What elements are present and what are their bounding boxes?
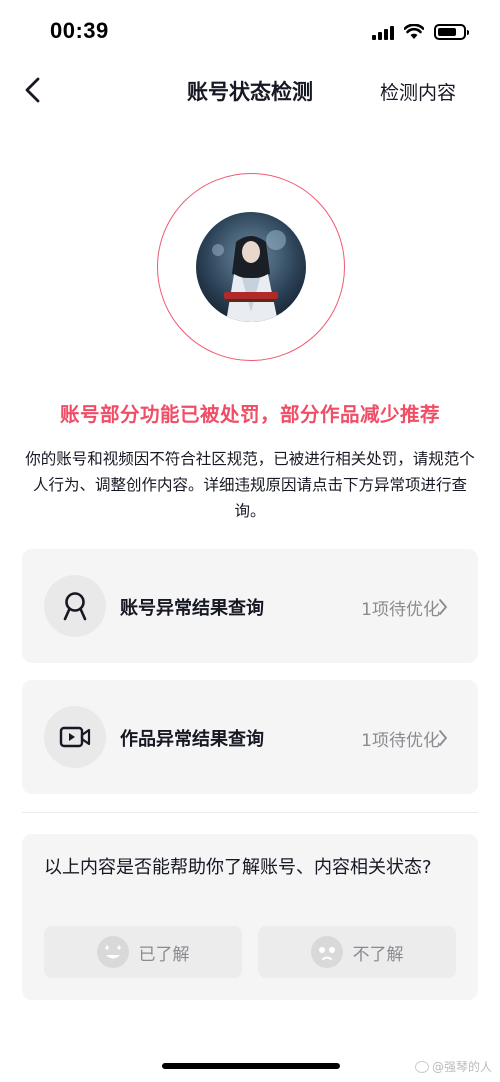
happy-face-icon [96,936,129,968]
work-anomaly-card[interactable]: 作品异常结果查询 1项待优化 [22,680,478,794]
divider [22,812,478,813]
card-icon-wrapper [44,706,106,768]
avatar [196,212,306,322]
card-title: 账号异常结果查询 [120,598,264,619]
status-description: 你的账号和视频因不符合社区规范，已被进行相关处罚，请规范个人行为、调整创作内容。… [25,450,475,520]
chevron-right-icon [439,599,447,615]
nav-bar: 账号状态检测 检测内容 [0,66,500,114]
video-icon [59,726,91,748]
feedback-question: 以上内容是否能帮助你了解账号、内容相关状态? [44,857,432,878]
home-indicator [162,1063,340,1069]
account-anomaly-card[interactable]: 账号异常结果查询 1项待优化 [22,549,478,663]
understood-label: 已了解 [138,944,190,965]
battery-icon [434,24,469,40]
card-title: 作品异常结果查询 [120,729,264,750]
chevron-right-icon [439,730,447,746]
weibo-icon [414,1060,429,1073]
confused-face-icon [310,936,343,968]
user-icon [63,592,87,621]
understood-button[interactable]: 已了解 [44,926,242,978]
card-meta: 1项待优化 [361,731,440,751]
avatar-ring [157,173,345,361]
status-headline: 账号部分功能已被处罚，部分作品减少推荐 [59,403,440,426]
watermark: @强琴的人 [414,1058,492,1075]
feedback-panel: 以上内容是否能帮助你了解账号、内容相关状态? 已了解 不了解 [22,834,478,1000]
status-bar: 00:39 [0,0,500,66]
status-icons [372,24,469,40]
not-understood-label: 不了解 [352,944,404,965]
wifi-icon [404,24,424,39]
card-meta: 1项待优化 [361,600,440,620]
card-icon-wrapper [44,575,106,637]
detection-content-link[interactable]: 检测内容 [380,78,456,105]
watermark-text: @强琴的人 [431,1060,492,1074]
not-understood-button[interactable]: 不了解 [258,926,456,978]
cellular-signal-icon [372,24,394,40]
status-time: 00:39 [50,18,109,43]
